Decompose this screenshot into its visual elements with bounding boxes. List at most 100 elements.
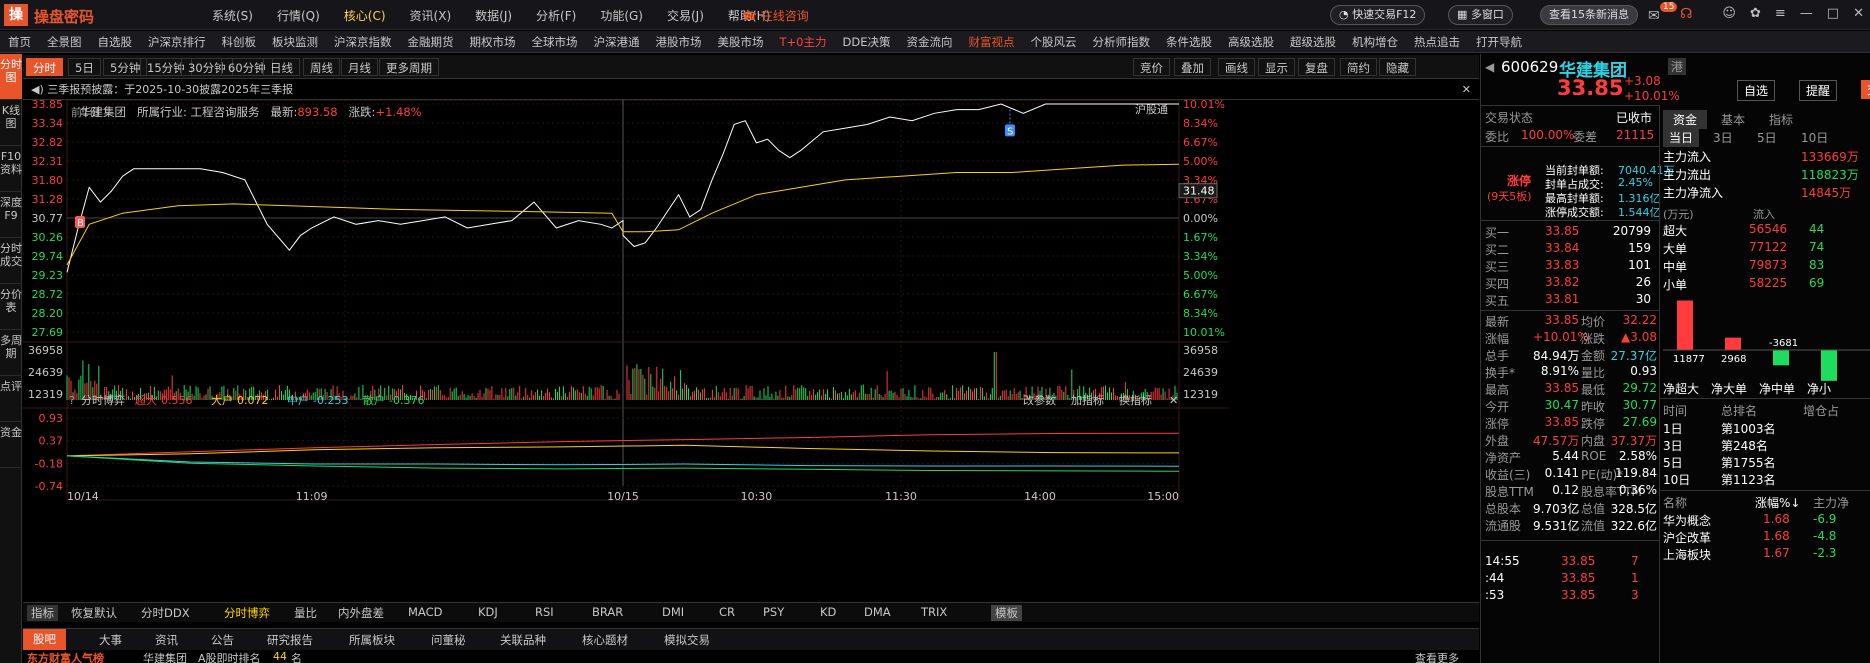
period-0[interactable]: 分时 xyxy=(26,58,63,76)
menu-item-6[interactable]: 功能(G) xyxy=(588,7,655,24)
nav-item-9[interactable]: 全球市场 xyxy=(524,34,586,50)
bottom-tab-0[interactable]: 股吧 xyxy=(23,629,66,650)
nav-item-20[interactable]: 高级选股 xyxy=(1220,34,1282,50)
notice-text[interactable]: 三季报预披露：于2025-10-30披露2025年三季报 xyxy=(47,83,293,96)
industry-value[interactable]: 工程咨询服务 xyxy=(191,105,260,119)
indicator-11[interactable]: CR xyxy=(719,605,735,619)
board-header[interactable]: 涨幅%↓ xyxy=(1755,494,1800,511)
indicator-12[interactable]: PSY xyxy=(763,605,784,619)
hk-tag[interactable]: 港 xyxy=(1668,58,1687,75)
indicator-2[interactable]: 分时DDX xyxy=(141,605,190,621)
nav-item-22[interactable]: 机构增仓 xyxy=(1344,34,1406,50)
bottom-tab-6[interactable]: 问董秘 xyxy=(417,632,466,648)
menu-item-7[interactable]: 交易(J) xyxy=(655,7,716,24)
nav-item-10[interactable]: 沪深港通 xyxy=(586,34,648,50)
indicator-0[interactable]: 指标 xyxy=(27,605,58,621)
nav-item-7[interactable]: 金融期货 xyxy=(400,34,462,50)
indicator-9[interactable]: BRAR xyxy=(592,605,623,619)
bottom-tab-1[interactable]: 大事 xyxy=(85,632,122,648)
indicator-10[interactable]: DMI xyxy=(662,605,684,619)
chart-tool-2[interactable]: 画线 xyxy=(1218,58,1255,76)
fund-period-0[interactable]: 当日 xyxy=(1663,128,1700,147)
chart-tool-1[interactable]: 叠加 xyxy=(1174,58,1211,76)
back-icon[interactable]: ◀ xyxy=(1485,60,1494,74)
online-consult-link[interactable]: ☎ 在线咨询 xyxy=(742,7,809,24)
indicator-button-0[interactable]: 改参数 xyxy=(1023,393,1056,407)
nav-item-19[interactable]: 条件选股 xyxy=(1158,34,1220,50)
service-icon[interactable]: ☊ xyxy=(1680,6,1692,22)
indicator-16[interactable]: 模板 xyxy=(991,605,1022,621)
nav-item-24[interactable]: 打开导航 xyxy=(1468,34,1530,50)
chart-tool-6[interactable]: 隐藏 xyxy=(1379,58,1416,76)
indicator-1[interactable]: 恢复默认 xyxy=(71,605,117,621)
indicator-button-1[interactable]: 加指标 xyxy=(1071,393,1104,407)
minimize-icon[interactable]: — xyxy=(1800,6,1813,21)
period-8[interactable]: 月线 xyxy=(341,58,378,76)
fund-period-3[interactable]: 10日 xyxy=(1795,128,1834,147)
indicator-5[interactable]: 内外盘差 xyxy=(338,605,384,621)
left-tab-5[interactable]: 分价表 xyxy=(0,284,22,330)
nav-item-21[interactable]: 超级选股 xyxy=(1282,34,1344,50)
bottom-tab-9[interactable]: 模拟交易 xyxy=(650,632,710,648)
fund-tab-1[interactable]: 基本 xyxy=(1711,110,1755,129)
news-button[interactable]: 查看15条新消息 xyxy=(1540,5,1638,25)
chart-tool-4[interactable]: 复盘 xyxy=(1298,58,1335,76)
fund-tab-2[interactable]: 指标 xyxy=(1759,110,1803,129)
bottom-tab-4[interactable]: 研究报告 xyxy=(253,632,313,648)
board-name[interactable]: 沪企改革 xyxy=(1663,529,1711,546)
left-tab-6[interactable]: 多周期 xyxy=(0,330,22,376)
left-tab-3[interactable]: 深度F9 xyxy=(0,192,22,238)
nav-item-2[interactable]: 自选股 xyxy=(90,34,141,50)
fund-tab-0[interactable]: 资金 xyxy=(1663,110,1708,129)
chart-tool-3[interactable]: 显示 xyxy=(1258,58,1295,76)
chart-tool-5[interactable]: 简约 xyxy=(1340,58,1377,76)
sell-marker[interactable]: S xyxy=(1004,124,1015,137)
left-tab-0[interactable]: 分时图 xyxy=(0,54,22,100)
bottom-tab-5[interactable]: 所属板块 xyxy=(335,632,395,648)
close-icon[interactable]: ✕ xyxy=(1853,6,1864,21)
skin-icon[interactable]: ✿ xyxy=(1750,6,1761,21)
board-header[interactable]: 主力净 xyxy=(1813,494,1849,511)
nav-item-6[interactable]: 沪深京指数 xyxy=(326,34,400,50)
menu-item-2[interactable]: 核心(C) xyxy=(332,7,398,24)
alert-button[interactable]: 提醒 xyxy=(1799,80,1838,101)
close-indicator-icon[interactable]: ✕ xyxy=(1169,394,1178,407)
menu-icon[interactable]: ≡ xyxy=(1775,6,1786,21)
see-more-link[interactable]: 查看更多 xyxy=(1415,650,1459,663)
left-tab-1[interactable]: K线图 xyxy=(0,100,22,146)
period-6[interactable]: 日线 xyxy=(263,58,300,76)
nav-item-11[interactable]: 港股市场 xyxy=(648,34,710,50)
nav-item-13[interactable]: T+0主力 xyxy=(772,34,835,50)
menu-item-1[interactable]: 行情(Q) xyxy=(265,7,332,24)
mail-icon[interactable]: ✉ xyxy=(1648,8,1660,24)
nav-item-16[interactable]: 财富视点 xyxy=(960,34,1022,50)
indicator-3[interactable]: 分时博弈 xyxy=(224,605,270,621)
indicator-14[interactable]: DMA xyxy=(864,605,891,619)
user-icon[interactable]: ☺ xyxy=(1722,6,1736,21)
nav-item-23[interactable]: 热点追击 xyxy=(1406,34,1468,50)
nav-item-5[interactable]: 板块监测 xyxy=(264,34,326,50)
quick-trade-button[interactable]: ◔ 快速交易F12 xyxy=(1330,5,1426,25)
indicator-6[interactable]: MACD xyxy=(408,605,442,619)
menu-item-5[interactable]: 分析(F) xyxy=(524,7,588,24)
fund-period-2[interactable]: 5日 xyxy=(1751,128,1783,147)
fund-period-1[interactable]: 3日 xyxy=(1707,128,1739,147)
bottom-tab-8[interactable]: 核心题材 xyxy=(568,632,628,648)
bottom-tab-2[interactable]: 资讯 xyxy=(141,632,178,648)
maximize-icon[interactable]: □ xyxy=(1827,6,1839,21)
left-tab-2[interactable]: F10资料 xyxy=(0,146,22,192)
left-tab-4[interactable]: 分时成交 xyxy=(0,238,22,284)
nav-item-0[interactable]: 首页 xyxy=(0,34,39,50)
watchlist-button[interactable]: 自选 xyxy=(1737,80,1776,101)
period-1[interactable]: 5日 xyxy=(68,58,101,76)
indicator-7[interactable]: KDJ xyxy=(478,605,498,619)
indicator-4[interactable]: 量比 xyxy=(294,605,317,621)
chart-tool-0[interactable]: 竞价 xyxy=(1133,58,1170,76)
indicator-15[interactable]: TRIX xyxy=(921,605,947,619)
multi-window-button[interactable]: ▦ 多窗口 xyxy=(1448,5,1513,25)
nav-item-8[interactable]: 期权市场 xyxy=(462,34,524,50)
help-icon[interactable]: ? xyxy=(69,394,75,407)
indicator-8[interactable]: RSI xyxy=(535,605,554,619)
board-header[interactable]: 名称 xyxy=(1663,494,1687,511)
period-9[interactable]: 更多周期 xyxy=(379,58,439,76)
